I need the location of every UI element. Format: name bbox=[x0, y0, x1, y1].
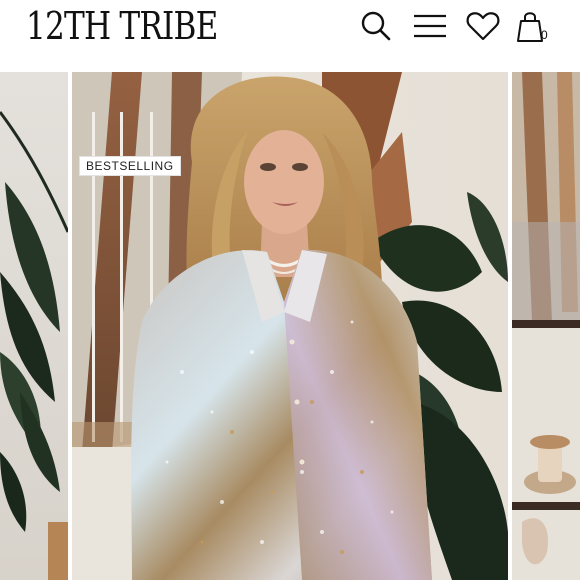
search-icon[interactable] bbox=[358, 8, 394, 44]
menu-icon[interactable] bbox=[412, 8, 448, 44]
cart-count: 0 bbox=[541, 28, 548, 42]
product-image-previous[interactable] bbox=[0, 72, 68, 580]
heart-icon[interactable] bbox=[465, 8, 501, 44]
product-image-gallery[interactable]: BESTSELLING bbox=[0, 70, 580, 580]
bestselling-badge: BESTSELLING bbox=[79, 156, 181, 176]
product-image-next[interactable] bbox=[512, 72, 580, 580]
brand-logo[interactable]: 12TH TRIBE bbox=[26, 4, 218, 48]
site-header: 12TH TRIBE 0 bbox=[0, 0, 580, 70]
product-image-main[interactable] bbox=[72, 72, 508, 580]
